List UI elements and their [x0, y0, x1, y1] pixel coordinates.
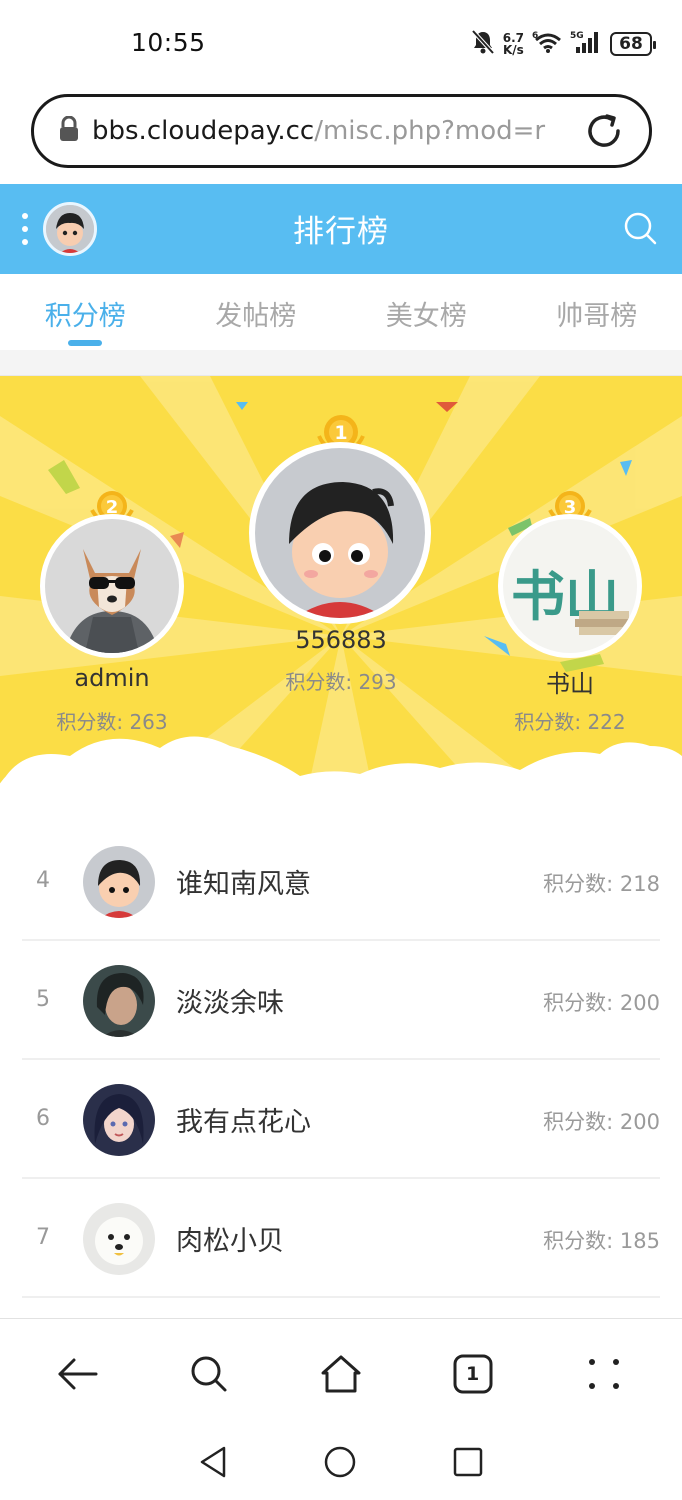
browser-toolbar: 1: [0, 1318, 682, 1428]
podium-second-avatar: [40, 514, 184, 658]
avatar: [83, 1203, 155, 1275]
user-name: 淡淡余味: [176, 988, 284, 1019]
rank-number: 7: [36, 1225, 50, 1250]
tab-points[interactable]: 积分榜: [0, 274, 171, 350]
podium: 2 admin 积分数: 263 1 556883 积分数: 293 3 书山 …: [0, 376, 682, 826]
net-speed: 6.7 K/s: [503, 32, 524, 56]
nav-home-icon[interactable]: [323, 1445, 357, 1483]
nav-back-icon[interactable]: [198, 1445, 228, 1483]
rank-number: 6: [36, 1106, 50, 1131]
podium-third-name: 书山: [546, 670, 594, 698]
avatar: [83, 1084, 155, 1156]
lock-icon: [58, 115, 80, 146]
podium-third-score: 积分数: 222: [514, 710, 626, 734]
user-name: 谁知南风意: [176, 869, 311, 900]
status-bar: 10:55 6.7 K/s 6 5G 68: [0, 0, 682, 88]
podium-second-name: admin: [74, 664, 150, 692]
wifi-icon: 6: [532, 30, 562, 58]
user-score: 积分数: 185: [543, 1229, 660, 1253]
mute-bell-icon: [471, 29, 495, 59]
user-name: 我有点花心: [176, 1107, 311, 1138]
podium-second[interactable]: 2 admin 积分数: 263: [22, 486, 202, 746]
page-title: 排行榜: [293, 214, 389, 250]
reload-icon[interactable]: [585, 112, 623, 154]
ranking-tabs: 积分榜 发帖榜 美女榜 帅哥榜: [0, 274, 682, 350]
user-score: 积分数: 200: [543, 991, 660, 1015]
svg-text:5G: 5G: [570, 31, 584, 41]
tab-divider: [0, 350, 682, 376]
url-bar[interactable]: bbs.cloudepay.cc/misc.php?mod=r: [31, 94, 652, 168]
search-icon[interactable]: [169, 1334, 249, 1414]
podium-second-score: 积分数: 263: [56, 710, 168, 734]
list-item[interactable]: 5 淡淡余味 积分数: 200: [22, 941, 660, 1060]
podium-third-avatar: 书山: [498, 514, 642, 658]
user-score: 积分数: 200: [543, 1110, 660, 1134]
url-text[interactable]: bbs.cloudepay.cc/misc.php?mod=r: [92, 116, 554, 146]
rank-number: 4: [36, 868, 50, 893]
signal-icon: 5G: [570, 29, 602, 59]
list-item[interactable]: 6 我有点花心 积分数: 200: [22, 1060, 660, 1179]
tab-handsome[interactable]: 帅哥榜: [512, 274, 682, 350]
system-nav-bar: [0, 1428, 682, 1500]
status-icons: 6.7 K/s 6 5G 68: [471, 28, 656, 60]
home-icon[interactable]: [301, 1334, 381, 1414]
ranking-list: 4 谁知南风意 积分数: 218 5 淡淡余味 积分数: 200 6 我有点花心…: [22, 822, 660, 1298]
avatar: [83, 965, 155, 1037]
net-speed-unit: K/s: [502, 43, 524, 57]
tabs-icon[interactable]: 1: [433, 1334, 513, 1414]
nav-recents-icon[interactable]: [452, 1446, 484, 1482]
podium-first-score: 积分数: 293: [285, 670, 397, 694]
medal-first-number: 1: [334, 422, 347, 444]
podium-third[interactable]: 3 书山 书山 积分数: 222: [480, 486, 660, 746]
rank-number: 5: [36, 987, 50, 1012]
back-arrow-icon[interactable]: [38, 1334, 118, 1414]
status-time: 10:55: [131, 28, 206, 57]
page: 10:55 6.7 K/s 6 5G 68 bbs.cloudepay.cc/m…: [0, 0, 682, 1500]
battery-icon: 68: [610, 32, 656, 56]
tab-posts[interactable]: 发帖榜: [171, 274, 342, 350]
user-score: 积分数: 218: [543, 872, 660, 896]
user-name: 肉松小贝: [176, 1226, 284, 1257]
app-header: 排行榜: [0, 184, 682, 274]
podium-first[interactable]: 1 556883 积分数: 293: [246, 412, 436, 712]
tab-count: 1: [465, 1362, 480, 1385]
podium-first-avatar: [249, 442, 431, 624]
list-item[interactable]: 7 肉松小贝 积分数: 185: [22, 1179, 660, 1298]
list-item[interactable]: 4 谁知南风意 积分数: 218: [22, 822, 660, 941]
search-icon[interactable]: [622, 210, 660, 252]
podium-first-name: 556883: [295, 626, 387, 654]
url-domain: bbs.cloudepay.cc: [92, 116, 315, 146]
url-path: /misc.php?mod=r: [314, 116, 546, 146]
more-icon[interactable]: [564, 1334, 644, 1414]
tab-beauty[interactable]: 美女榜: [341, 274, 512, 350]
avatar: [83, 846, 155, 918]
